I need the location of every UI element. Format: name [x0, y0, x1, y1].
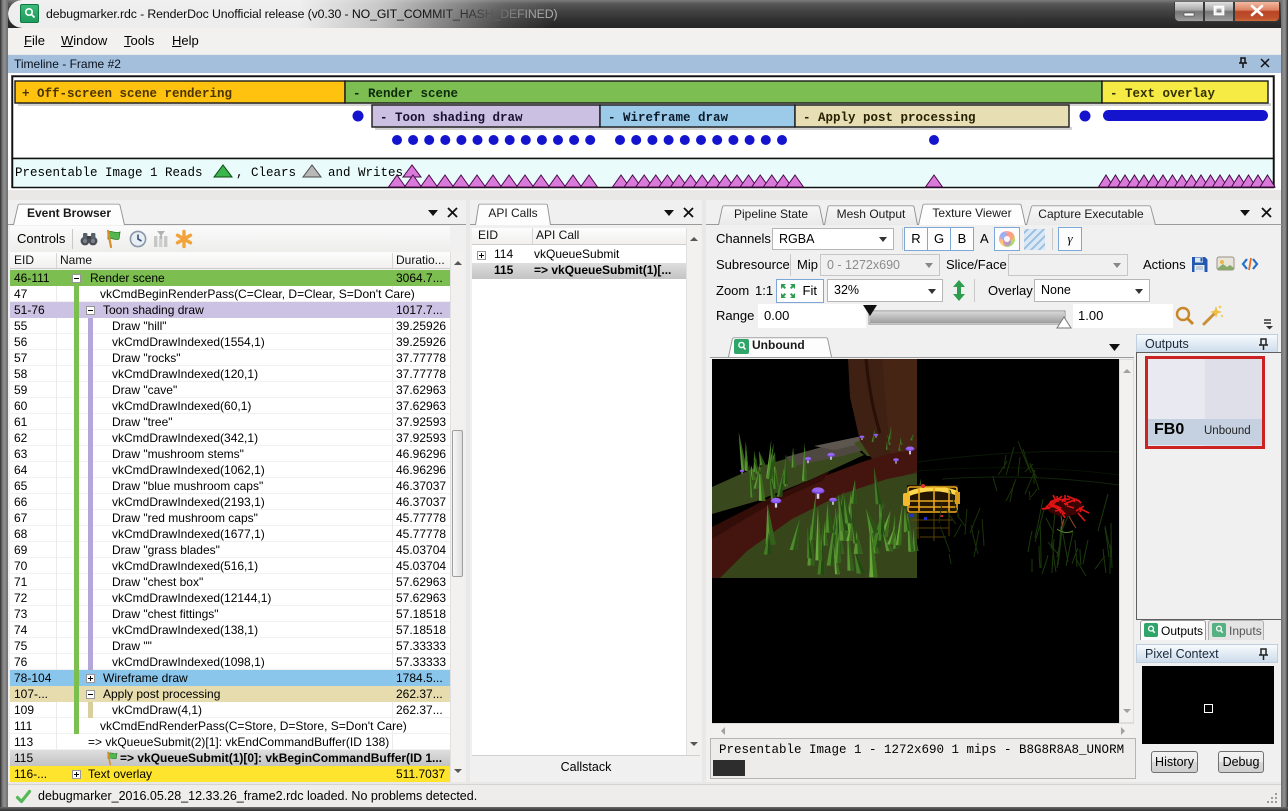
- svg-text:Presentable Image 1 Reads: Presentable Image 1 Reads: [15, 166, 203, 180]
- svg-text:- Wireframe draw: - Wireframe draw: [608, 111, 729, 125]
- svg-text:, Clears: , Clears: [236, 166, 296, 180]
- svg-text:- Apply post processing: - Apply post processing: [803, 111, 976, 125]
- svg-text:- Render scene: - Render scene: [353, 87, 458, 101]
- svg-text:and Writes: and Writes: [328, 166, 403, 180]
- svg-text:- Toon shading draw: - Toon shading draw: [380, 111, 523, 125]
- svg-text:- Text overlay: - Text overlay: [1110, 87, 1216, 101]
- svg-text:+ Off-screen scene rendering: + Off-screen scene rendering: [22, 87, 232, 101]
